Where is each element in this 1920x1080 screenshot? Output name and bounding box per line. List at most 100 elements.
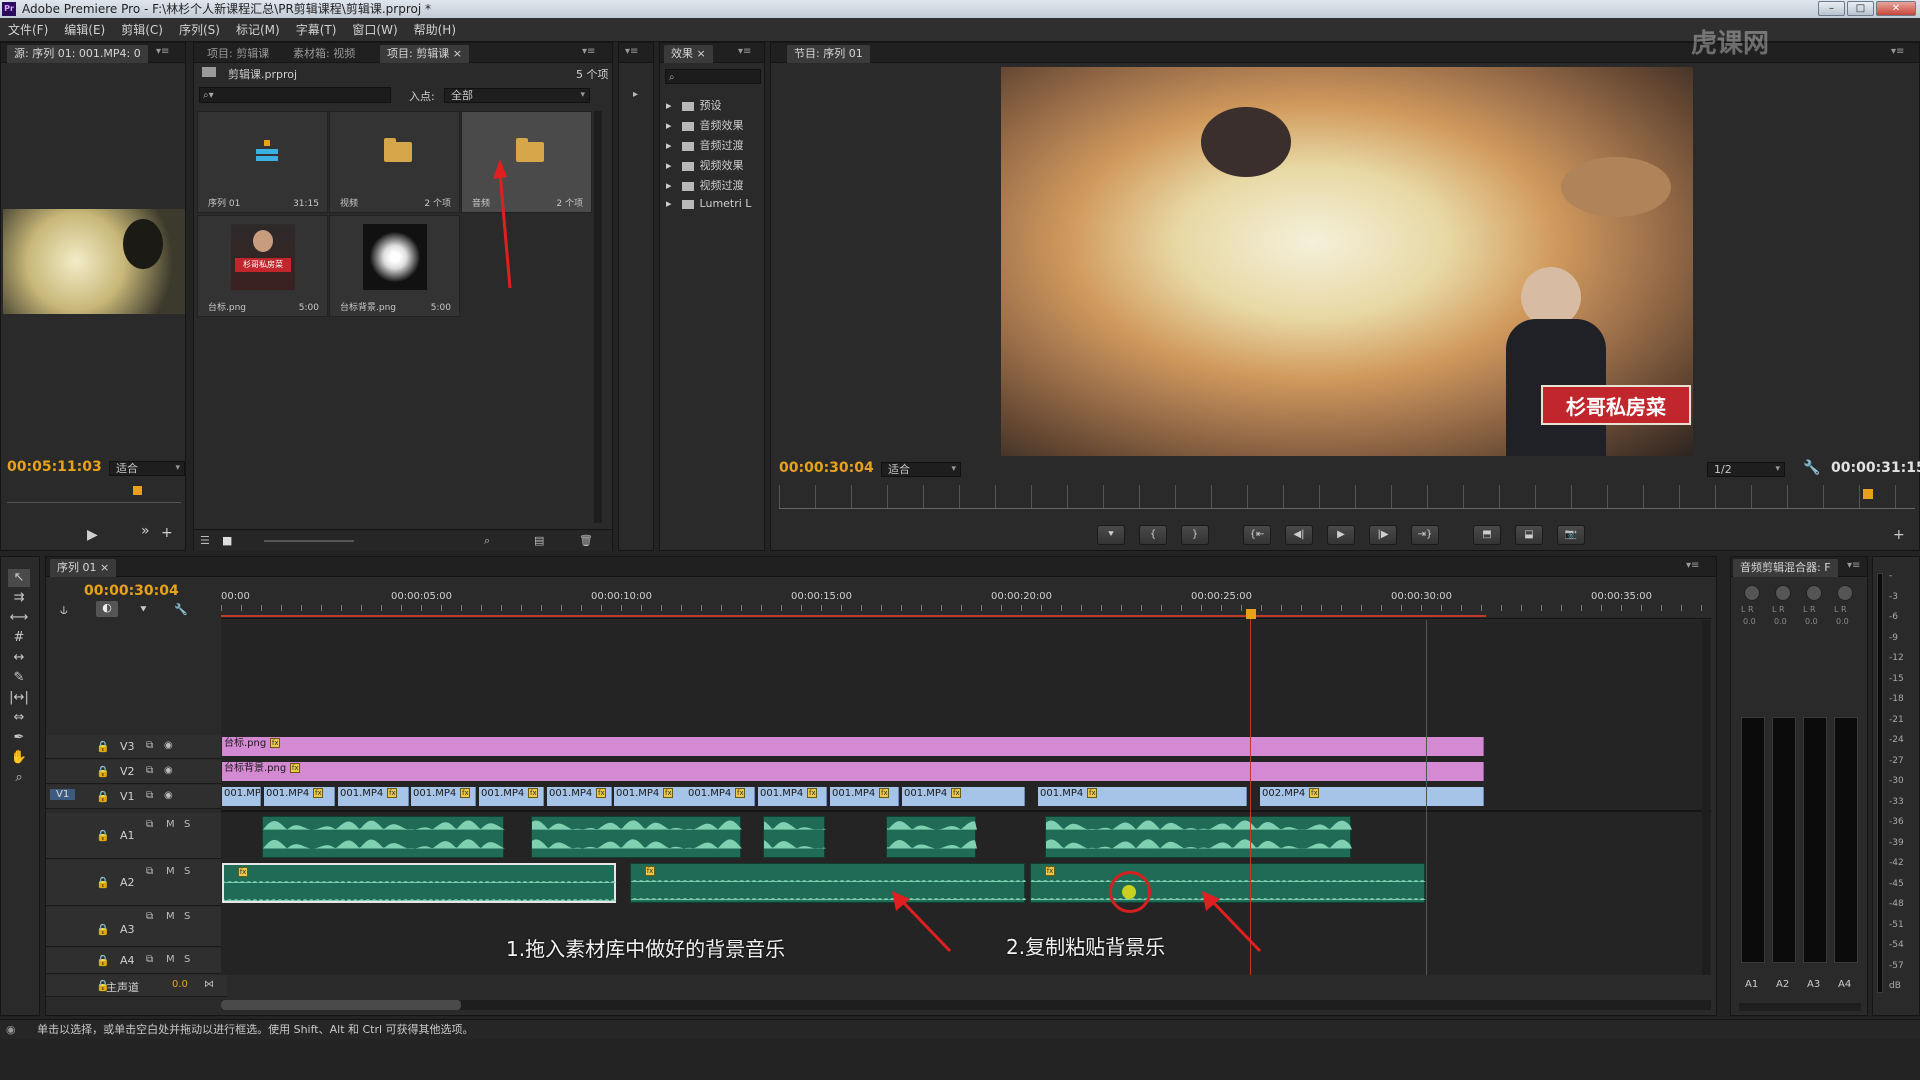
zoom-tool-icon[interactable]: ⌕ <box>8 769 30 787</box>
track-header-a4[interactable]: 🔒 A4 ⧉ M S <box>46 948 227 974</box>
track-select-tool-icon[interactable]: ⇉ <box>8 589 30 607</box>
panel-menu-icon[interactable]: ▾≡ <box>1891 46 1904 57</box>
audio-clip-a2-bgm-copy[interactable]: fx <box>630 863 1026 903</box>
add-marker-icon[interactable]: ⯆ <box>139 603 148 617</box>
ripple-edit-tool-icon[interactable]: ⟷ <box>8 609 30 627</box>
menu-clip[interactable]: 剪辑(C) <box>113 18 171 42</box>
timeline-hscroll[interactable] <box>221 1000 1711 1010</box>
audio-clip-a1[interactable] <box>763 816 826 858</box>
menu-file[interactable]: 文件(F) <box>0 18 56 42</box>
source-patch-v1[interactable]: V1 <box>50 789 76 800</box>
lock-icon[interactable]: 🔒 <box>96 829 110 842</box>
hand-tool-icon[interactable]: ✋ <box>8 749 30 767</box>
master-output-icon[interactable]: ⋈ <box>204 979 214 990</box>
pan-knob-icon[interactable] <box>1837 585 1853 601</box>
panel-menu-icon[interactable]: ▾≡ <box>1847 560 1860 571</box>
source-add-icon[interactable]: + <box>161 525 173 541</box>
clip-v1-video[interactable]: 001.MP4 fx <box>758 787 827 806</box>
mute-button[interactable]: M <box>166 866 175 877</box>
source-play-icon[interactable]: ▶ <box>87 527 98 543</box>
program-fit-dropdown[interactable]: 适合 <box>881 462 961 477</box>
program-add-icon[interactable]: + <box>1893 527 1905 543</box>
minimize-button[interactable]: – <box>1818 1 1845 16</box>
zoom-slider[interactable] <box>264 540 354 542</box>
source-playhead-icon[interactable] <box>133 486 142 495</box>
list-view-icon[interactable]: ☰ <box>200 534 210 547</box>
wrench-icon[interactable]: 🔧 <box>1803 460 1820 476</box>
effects-folder-audio-effects[interactable]: ▸ 音频效果 <box>666 117 744 133</box>
clip-v1-video[interactable]: 001.MP4 fx <box>686 787 755 806</box>
source-scrubber[interactable] <box>7 483 181 503</box>
tab-program[interactable]: 节目: 序列 01 <box>787 45 870 63</box>
track-header-a3[interactable]: 🔒 A3 ⧉ M S <box>46 907 227 947</box>
track-header-v1[interactable]: V1 🔒 V1 ⧉ ◉ <box>46 785 227 809</box>
track-header-master[interactable]: 🔒 主声道 0.0 ⋈ <box>46 975 227 997</box>
project-search-input[interactable]: ⌕▾ <box>199 87 391 103</box>
pan-knob-icon[interactable] <box>1775 585 1791 601</box>
snap-icon[interactable]: ⫝ <box>60 603 68 618</box>
clip-v1-video[interactable]: 001.MP4 fx <box>902 787 1025 806</box>
effects-folder-video-effects[interactable]: ▸ 视频效果 <box>666 157 744 173</box>
menu-help[interactable]: 帮助(H) <box>406 18 464 42</box>
lock-icon[interactable]: 🔒 <box>96 923 110 936</box>
clip-v1-video[interactable]: 001.MP4 fx <box>411 787 476 806</box>
panel-menu-icon[interactable]: ▾≡ <box>625 46 638 57</box>
tab-audio-mixer[interactable]: 音频剪辑混合器: F <box>1733 559 1838 577</box>
source-fit-dropdown[interactable]: 适合 <box>109 461 185 476</box>
project-scrollbar[interactable] <box>594 111 602 523</box>
source-more-icon[interactable]: » <box>141 523 150 539</box>
audio-clip-a1[interactable] <box>531 816 742 858</box>
mute-button[interactable]: M <box>166 954 175 965</box>
toggle-sync-icon[interactable]: ⧉ <box>146 954 153 965</box>
maximize-button[interactable]: □ <box>1847 1 1874 16</box>
timeline-timecode[interactable]: 00:00:30:04 <box>84 583 179 599</box>
timeline-vscroll[interactable] <box>1702 620 1710 975</box>
pan-knob-icon[interactable] <box>1744 585 1760 601</box>
track-header-a1[interactable]: 🔒 A1 ⧉ M S <box>46 813 227 859</box>
audio-clip-a1[interactable] <box>886 816 977 858</box>
program-timecode[interactable]: 00:00:30:04 <box>779 460 874 476</box>
find-icon[interactable]: ⌕ <box>484 534 490 548</box>
bin-item-audio-folder[interactable]: 音频 2 个项 <box>461 111 592 213</box>
go-to-in-button[interactable]: {⇤ <box>1243 525 1271 545</box>
add-marker-button[interactable]: ⯆ <box>1097 525 1125 545</box>
toggle-sync-icon[interactable]: ⧉ <box>146 819 153 830</box>
in-point-dropdown[interactable]: 全部 <box>444 88 590 103</box>
solo-button[interactable]: S <box>184 954 190 965</box>
panel-menu-icon[interactable]: ▾≡ <box>1686 560 1699 571</box>
lock-icon[interactable]: 🔒 <box>96 740 110 753</box>
clip-v1-video[interactable]: 001.MP4 fx <box>547 787 612 806</box>
solo-button[interactable]: S <box>184 819 190 830</box>
mute-button[interactable]: M <box>166 911 175 922</box>
program-playhead-icon[interactable] <box>1863 489 1873 499</box>
tab-source[interactable]: 源: 序列 01: 001.MP4: 0 <box>7 45 148 63</box>
menu-sequence[interactable]: 序列(S) <box>171 18 228 42</box>
pan-knob-icon[interactable] <box>1806 585 1822 601</box>
clip-v1-video[interactable]: 001.MP4 fx <box>614 787 687 806</box>
panel-menu-icon[interactable]: ▾≡ <box>156 46 169 57</box>
effects-search-input[interactable]: ⌕ <box>665 69 761 84</box>
bin-item-logo-bg-png[interactable]: 台标背景.png 5:00 <box>329 215 460 317</box>
panel-menu-icon[interactable]: ▾≡ <box>582 46 595 57</box>
rolling-edit-tool-icon[interactable]: # <box>8 629 30 647</box>
mark-in-button[interactable]: { <box>1139 525 1167 545</box>
export-frame-button[interactable]: 📷 <box>1557 525 1585 545</box>
expand-icon[interactable]: ▸ <box>633 89 638 100</box>
track-header-a2[interactable]: 🔒 A2 ⧉ M S <box>46 860 227 906</box>
eye-icon[interactable]: ◉ <box>164 765 173 776</box>
timeline-playhead-icon[interactable] <box>1246 609 1256 619</box>
step-forward-button[interactable]: |▶ <box>1369 525 1397 545</box>
clip-v1-video[interactable]: 001.MP <box>222 787 261 806</box>
slide-tool-icon[interactable]: ⇔ <box>8 709 30 727</box>
solo-button[interactable]: S <box>184 911 190 922</box>
bin-item-logo-png[interactable]: 杉哥私房菜 台标.png 5:00 <box>197 215 328 317</box>
playback-resolution-dropdown[interactable]: 1/2 <box>1707 462 1785 477</box>
audio-clip-a2-bgm[interactable]: fx <box>222 863 618 903</box>
linked-selection-icon[interactable]: ◐ <box>96 601 118 617</box>
effects-folder-presets[interactable]: ▸ 预设 <box>666 97 722 113</box>
panel-menu-icon[interactable]: ▾≡ <box>738 46 751 57</box>
eye-icon[interactable]: ◉ <box>164 740 173 751</box>
rate-stretch-tool-icon[interactable]: ↔ <box>8 649 30 667</box>
tab-project[interactable]: 项目: 剪辑课 <box>200 45 276 63</box>
toggle-sync-icon[interactable]: ⧉ <box>146 790 153 801</box>
